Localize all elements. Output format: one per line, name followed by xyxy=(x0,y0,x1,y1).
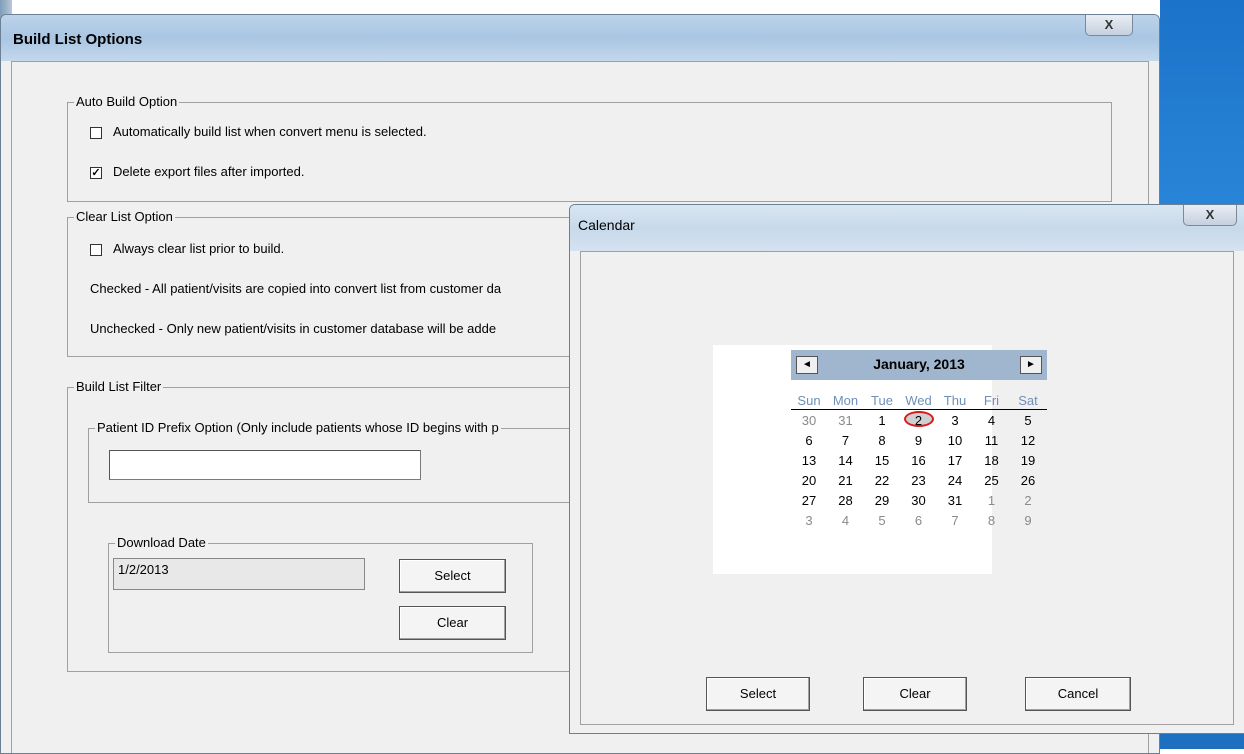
clear-list-label: Always clear list prior to build. xyxy=(113,241,285,256)
download-date-select-button[interactable]: Select xyxy=(399,559,506,593)
clear-list-checkbox[interactable] xyxy=(90,244,102,256)
calendar-day[interactable]: 4 xyxy=(828,511,864,531)
calendar-day[interactable]: 8 xyxy=(864,431,900,451)
dow-wed: Wed xyxy=(905,393,932,408)
title-bar: Build List Options X xyxy=(1,15,1159,61)
build-list-filter-legend: Build List Filter xyxy=(74,379,164,394)
calendar-day[interactable]: 28 xyxy=(828,491,864,511)
calendar-day[interactable]: 13 xyxy=(791,451,827,471)
calendar-select-button[interactable]: Select xyxy=(706,677,810,711)
patient-prefix-legend: Patient ID Prefix Option (Only include p… xyxy=(95,420,501,435)
download-date-legend: Download Date xyxy=(115,535,208,550)
delete-export-label: Delete export files after imported. xyxy=(113,164,305,179)
dow-sun: Sun xyxy=(797,393,821,408)
calendar-day[interactable]: 10 xyxy=(937,431,973,451)
auto-build-checkbox[interactable] xyxy=(90,127,102,139)
patient-prefix-group: Patient ID Prefix Option (Only include p… xyxy=(88,420,588,503)
calendar-day[interactable]: 9 xyxy=(1010,511,1046,531)
calendar-day[interactable]: 1 xyxy=(864,411,900,431)
calendar-day[interactable]: 15 xyxy=(864,451,900,471)
calendar-day[interactable]: 20 xyxy=(791,471,827,491)
calendar-day[interactable]: 9 xyxy=(901,431,937,451)
calendar-day[interactable]: 16 xyxy=(901,451,937,471)
dow-tue: Tue xyxy=(871,393,893,408)
calendar-day[interactable]: 27 xyxy=(791,491,827,511)
calendar-day[interactable]: 6 xyxy=(901,511,937,531)
download-date-field[interactable]: 1/2/2013 xyxy=(113,558,365,590)
calendar-day[interactable]: 1 xyxy=(974,491,1010,511)
calendar-close-button[interactable]: X xyxy=(1183,205,1237,226)
month-calendar[interactable]: ◄ January, 2013 ► Sun Mon Tue Wed Thu Fri Sat … xyxy=(713,345,1047,574)
calendar-day[interactable]: 14 xyxy=(828,451,864,471)
next-month-icon[interactable]: ► xyxy=(1020,356,1042,374)
calendar-day[interactable]: 5 xyxy=(864,511,900,531)
calendar-day[interactable]: 26 xyxy=(1010,471,1046,491)
build-list-filter-group: Build List Filter Patient ID Prefix Opti… xyxy=(67,379,588,672)
calendar-day[interactable]: 21 xyxy=(828,471,864,491)
calendar-clear-button[interactable]: Clear xyxy=(863,677,967,711)
auto-build-label: Automatically build list when convert me… xyxy=(113,124,427,139)
calendar-client-area: ◄ January, 2013 ► Sun Mon Tue Wed Thu Fri Sat … xyxy=(580,251,1234,725)
calendar-day[interactable]: 30 xyxy=(791,411,827,431)
calendar-day[interactable]: 17 xyxy=(937,451,973,471)
dow-fri: Fri xyxy=(983,393,1000,408)
calendar-dialog-title: Calendar xyxy=(578,217,635,233)
calendar-day[interactable]: 7 xyxy=(828,431,864,451)
calendar-day[interactable]: 3 xyxy=(937,411,973,431)
calendar-day[interactable]: 31 xyxy=(937,491,973,511)
dow-sat: Sat xyxy=(1018,393,1038,408)
calendar-cancel-button[interactable]: Cancel xyxy=(1025,677,1131,711)
auto-build-group: Auto Build Option Automatically build li… xyxy=(67,94,1112,202)
calendar-title-bar: Calendar X xyxy=(570,205,1244,251)
calendar-day[interactable]: 22 xyxy=(864,471,900,491)
download-date-group: Download Date 1/2/2013 Select Clear xyxy=(108,535,533,653)
unchecked-note: Unchecked - Only new patient/visits in c… xyxy=(90,321,497,336)
calendar-day[interactable]: 4 xyxy=(974,411,1010,431)
clear-list-group: Clear List Option Always clear list prio… xyxy=(67,209,587,357)
calendar-day[interactable]: 19 xyxy=(1010,451,1046,471)
day-of-week-row: Sun Mon Tue Wed Thu Fri Sat xyxy=(791,393,1047,410)
dow-thu: Thu xyxy=(943,393,967,408)
calendar-day[interactable]: 3 xyxy=(791,511,827,531)
calendar-day[interactable]: 30 xyxy=(901,491,937,511)
selected-day[interactable]: 2 xyxy=(901,411,937,431)
calendar-day[interactable]: 18 xyxy=(974,451,1010,471)
calendar-day[interactable]: 29 xyxy=(864,491,900,511)
calendar-day[interactable]: 23 xyxy=(901,471,937,491)
patient-prefix-input[interactable] xyxy=(109,450,421,480)
month-header: ◄ January, 2013 ► xyxy=(791,350,1047,380)
calendar-day[interactable]: 5 xyxy=(1010,411,1046,431)
checked-note: Checked - All patient/visits are copied … xyxy=(90,281,502,296)
close-button[interactable]: X xyxy=(1085,15,1133,36)
calendar-day[interactable]: 25 xyxy=(974,471,1010,491)
calendar-dialog: Calendar X ◄ January, 2013 ► Sun Mon Tue We… xyxy=(569,204,1244,734)
auto-build-legend: Auto Build Option xyxy=(74,94,180,109)
calendar-day[interactable]: 31 xyxy=(828,411,864,431)
clear-list-legend: Clear List Option xyxy=(74,209,175,224)
calendar-day[interactable]: 24 xyxy=(937,471,973,491)
download-date-clear-button[interactable]: Clear xyxy=(399,606,506,640)
calendar-day[interactable]: 6 xyxy=(791,431,827,451)
calendar-day[interactable]: 12 xyxy=(1010,431,1046,451)
window-title: Build List Options xyxy=(13,31,143,48)
dow-mon: Mon xyxy=(832,393,859,408)
calendar-day[interactable]: 8 xyxy=(974,511,1010,531)
calendar-day[interactable]: 7 xyxy=(937,511,973,531)
calendar-day[interactable]: 11 xyxy=(974,431,1010,451)
delete-export-checkbox[interactable]: ✓ xyxy=(90,167,102,179)
calendar-day[interactable]: 2 xyxy=(1010,491,1046,511)
month-title: January, 2013 xyxy=(873,356,965,372)
